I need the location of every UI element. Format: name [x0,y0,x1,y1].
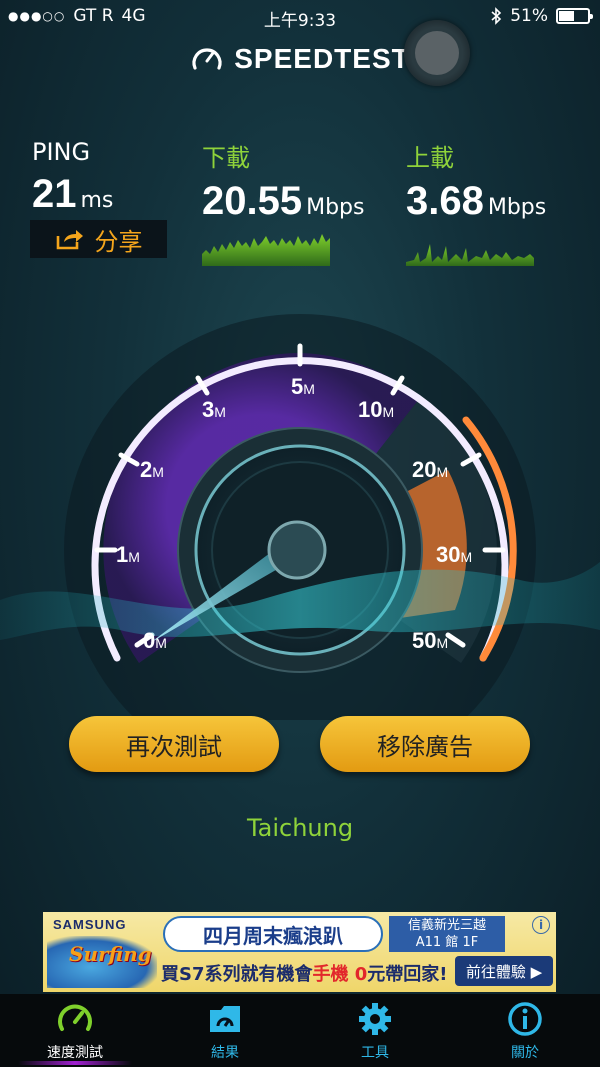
status-bar: ●●●○○ GT R 4G 上午9:33 51% [0,0,600,34]
speed-gauge: 0M 1M 2M 3M 5M 10M 20M 30M 50M [0,314,600,720]
ad-promo: 買S7系列就有機會手機 0元帶回家! [161,960,448,986]
upload-unit: Mbps [487,195,547,220]
floating-assistive-button[interactable] [404,20,470,86]
upload-result: 上載 3.68 Mbps [406,138,546,266]
ping-result: PING 21 ms [32,138,113,217]
retest-button[interactable]: 再次測試 [69,716,279,772]
upload-value: 3.68 [406,179,484,223]
tab-tools[interactable]: 工具 [300,994,450,1067]
ad-store-info: 信義新光三越 A11 館 1F [389,916,505,952]
battery-percent: 51% [510,6,548,26]
download-unit: Mbps [306,195,365,220]
results-folder-icon [210,1005,240,1032]
remove-ads-button[interactable]: 移除廣告 [320,716,530,772]
share-button[interactable]: 分享 [30,220,167,258]
ping-unit: ms [80,188,114,213]
ad-logo-text: Surfing [69,942,152,966]
app-title: SPEEDTEST [234,43,410,74]
info-icon [508,1001,542,1036]
download-label: 下載 [202,144,250,172]
download-result: 下載 20.55 Mbps [202,138,364,266]
ad-brand: SAMSUNG [53,917,127,932]
download-value-row: 20.55 Mbps [202,179,364,224]
speedometer-icon [192,48,222,70]
tab-speedtest-label: 速度測試 [47,1044,103,1061]
ad-banner[interactable]: SAMSUNG Surfing 四月周末瘋浪趴 信義新光三越 A11 館 1F … [43,912,556,992]
upload-value-row: 3.68 Mbps [406,179,546,224]
download-sparkline [202,234,330,266]
tab-results[interactable]: 結果 [150,994,300,1067]
share-icon [56,230,83,250]
gear-icon [359,1002,391,1035]
ad-headline: 四月周末瘋浪趴 [163,916,383,952]
ad-store-line1: 信義新光三越 [407,918,486,933]
upload-sparkline [406,244,534,266]
tab-bar: 速度測試 結果 工具 關於 [0,994,600,1067]
tab-results-label: 結果 [211,1044,239,1061]
ad-cta-button[interactable]: 前往體驗 ▶ [455,956,553,986]
bluetooth-icon [491,7,502,25]
ping-label: PING [32,138,91,166]
tab-about-label: 關於 [511,1044,539,1061]
ad-promo-highlight: 手機 0 [312,964,368,985]
ad-store-line2: A11 館 1F [415,935,479,950]
tab-about[interactable]: 關於 [450,994,600,1067]
ad-info-icon[interactable]: i [532,916,550,934]
tab-speedtest[interactable]: 速度測試 [0,994,150,1067]
ping-value: 21 [32,172,77,216]
speedometer-icon [58,1004,92,1031]
tab-tools-label: 工具 [361,1044,389,1061]
upload-label: 上載 [406,144,454,172]
ad-promo-prefix: 買S7系列就有機會 [161,964,313,985]
gauge-hub [267,520,327,580]
app-header: SPEEDTEST [0,42,600,80]
share-label: 分享 [94,227,143,256]
ad-promo-suffix: 元帶回家! [367,964,448,985]
download-value: 20.55 [202,179,303,223]
ping-value-row: 21 ms [32,172,113,217]
battery-icon [556,8,593,24]
server-location: Taichung [246,814,354,842]
status-right: 51% [490,6,593,26]
